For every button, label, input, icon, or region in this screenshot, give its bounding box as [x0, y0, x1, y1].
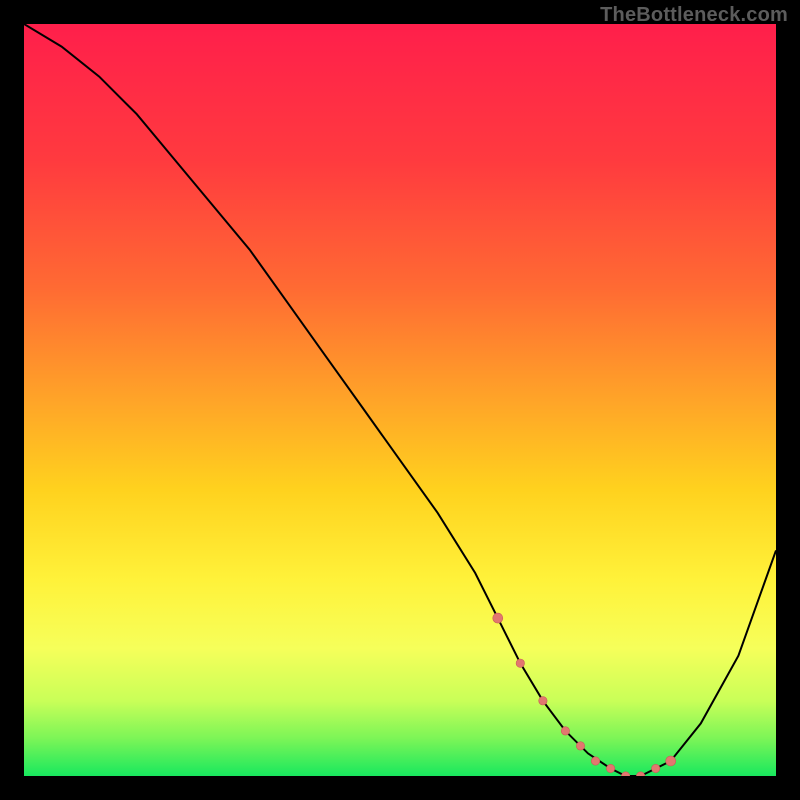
plot-area	[24, 24, 776, 776]
curve-marker	[561, 727, 569, 735]
curve-marker	[606, 764, 614, 772]
curve-marker	[516, 659, 524, 667]
curve-marker	[666, 756, 676, 766]
curve-marker	[493, 613, 503, 623]
watermark-text: TheBottleneck.com	[600, 4, 788, 27]
gradient-background	[24, 24, 776, 776]
bottleneck-chart	[24, 24, 776, 776]
curve-marker	[591, 757, 599, 765]
curve-marker	[652, 764, 660, 772]
chart-stage: TheBottleneck.com	[0, 0, 800, 800]
curve-marker	[576, 742, 584, 750]
curve-marker	[539, 697, 547, 705]
